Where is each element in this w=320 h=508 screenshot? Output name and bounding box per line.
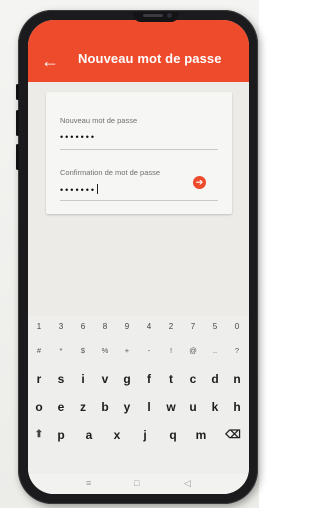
key-n[interactable]: n [226, 368, 248, 390]
key-at[interactable]: @ [182, 340, 204, 362]
key-q[interactable]: q [162, 424, 184, 446]
key-2[interactable]: 2 [160, 316, 182, 338]
keyboard-symbol-row: # * $ % + - ! @ .. ? [28, 340, 249, 362]
system-nav-bar: ≡ □ ◁ [28, 474, 249, 494]
submit-arrow-button[interactable]: ➔ [193, 176, 206, 189]
on-screen-keyboard: 1 3 6 8 9 4 2 7 5 0 # * $ % + - ! @ .. ?… [28, 316, 249, 494]
key-y[interactable]: y [116, 396, 138, 418]
shift-icon[interactable]: ⬆ [28, 424, 50, 446]
status-bar [28, 20, 249, 40]
key-o[interactable]: o [28, 396, 50, 418]
key-0[interactable]: 0 [226, 316, 248, 338]
key-m[interactable]: m [190, 424, 212, 446]
page-title: Nouveau mot de passe [78, 51, 222, 66]
key-1[interactable]: 1 [28, 316, 50, 338]
key-g[interactable]: g [116, 368, 138, 390]
key-percent[interactable]: % [94, 340, 116, 362]
volume-down-button [16, 144, 19, 170]
key-a[interactable]: a [78, 424, 100, 446]
new-password-underline [60, 149, 218, 150]
key-h[interactable]: h [226, 396, 248, 418]
keyboard-number-row: 1 3 6 8 9 4 2 7 5 0 [28, 316, 249, 338]
key-hash[interactable]: # [28, 340, 50, 362]
confirm-password-underline [60, 200, 218, 201]
key-k[interactable]: k [204, 396, 226, 418]
key-3[interactable]: 3 [50, 316, 72, 338]
app-bar: ← Nouveau mot de passe [28, 40, 249, 82]
key-j[interactable]: j [134, 424, 156, 446]
key-exclamation[interactable]: ! [160, 340, 182, 362]
key-4[interactable]: 4 [138, 316, 160, 338]
key-b[interactable]: b [94, 396, 116, 418]
new-password-field[interactable]: ••••••• [60, 132, 96, 142]
key-i[interactable]: i [72, 368, 94, 390]
key-dollar[interactable]: $ [72, 340, 94, 362]
key-dots[interactable]: .. [204, 340, 226, 362]
keyboard-letter-row-3: ⬆ p a x j q m ⌫ [28, 424, 249, 446]
key-c[interactable]: c [182, 368, 204, 390]
key-question[interactable]: ? [226, 340, 248, 362]
key-minus[interactable]: - [138, 340, 160, 362]
key-z[interactable]: z [72, 396, 94, 418]
key-f[interactable]: f [138, 368, 160, 390]
key-u[interactable]: u [182, 396, 204, 418]
key-8[interactable]: 8 [94, 316, 116, 338]
key-asterisk[interactable]: * [50, 340, 72, 362]
key-w[interactable]: w [160, 396, 182, 418]
back-arrow-icon[interactable]: ← [38, 49, 62, 73]
key-6[interactable]: 6 [72, 316, 94, 338]
key-t[interactable]: t [160, 368, 182, 390]
key-9[interactable]: 9 [116, 316, 138, 338]
key-r[interactable]: r [28, 368, 50, 390]
key-plus[interactable]: + [116, 340, 138, 362]
confirm-password-value: ••••••• [60, 185, 97, 195]
confirm-password-label: Confirmation de mot de passe [60, 168, 161, 177]
new-password-label: Nouveau mot de passe [60, 116, 138, 125]
key-p[interactable]: p [50, 424, 72, 446]
menu-icon[interactable]: ≡ [86, 478, 91, 488]
backspace-icon[interactable]: ⌫ [222, 424, 244, 446]
key-7[interactable]: 7 [182, 316, 204, 338]
key-x[interactable]: x [106, 424, 128, 446]
key-v[interactable]: v [94, 368, 116, 390]
key-s[interactable]: s [50, 368, 72, 390]
key-l[interactable]: l [138, 396, 160, 418]
text-cursor [97, 184, 99, 194]
phone-screen: ← Nouveau mot de passe Nouveau mot de pa… [28, 20, 249, 494]
key-5[interactable]: 5 [204, 316, 226, 338]
speaker-grille [143, 14, 163, 17]
nav-back-icon[interactable]: ◁ [184, 478, 191, 489]
phone-side-button [16, 84, 19, 100]
home-icon[interactable]: □ [134, 478, 139, 488]
volume-up-button [16, 110, 19, 136]
confirm-password-field[interactable]: ••••••• [60, 184, 99, 195]
keyboard-letter-row-1: r s i v g f t c d n [28, 368, 249, 390]
key-d[interactable]: d [204, 368, 226, 390]
password-form-card: Nouveau mot de passe ••••••• Confirmatio… [46, 92, 232, 214]
keyboard-letter-row-2: o e z b y l w u k h [28, 396, 249, 418]
front-camera [167, 13, 172, 18]
key-e[interactable]: e [50, 396, 72, 418]
